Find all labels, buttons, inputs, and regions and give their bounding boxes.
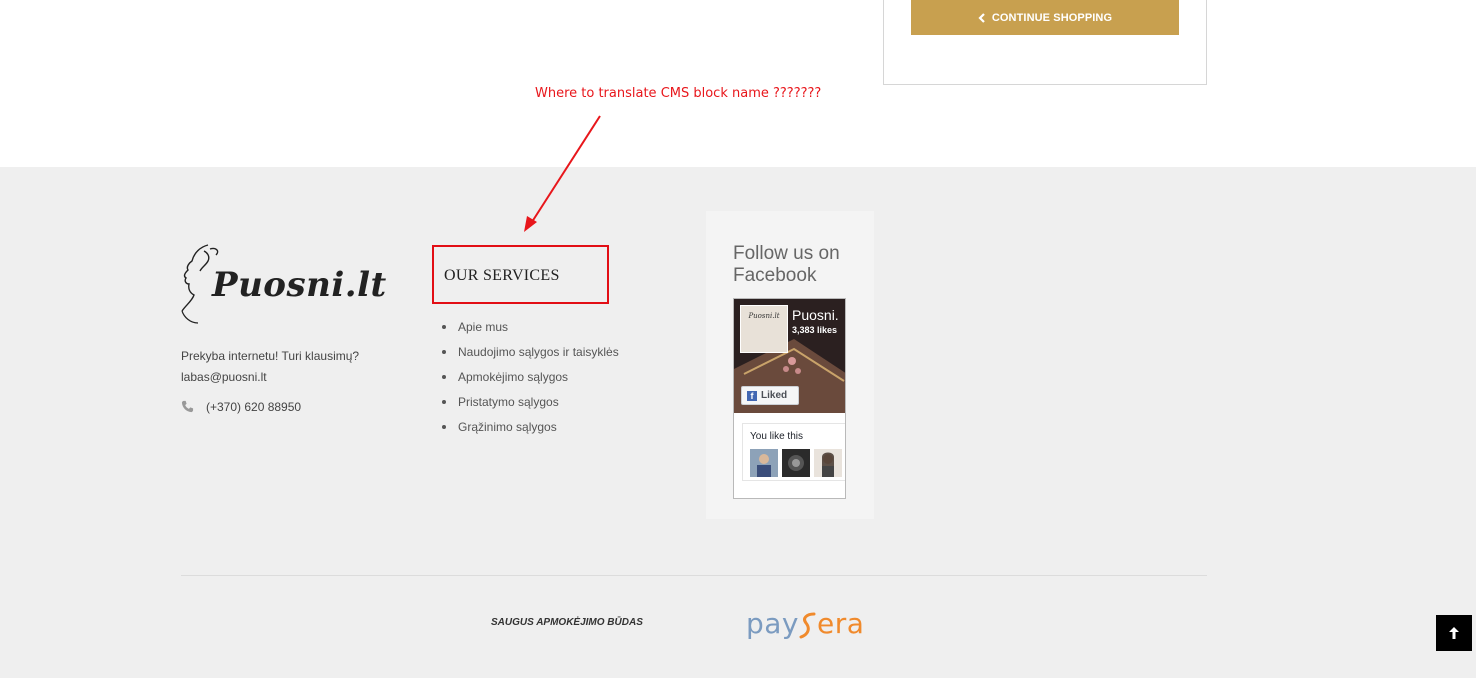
friend-avatar-icon[interactable] bbox=[782, 449, 810, 477]
paysera-logo: pay era bbox=[746, 607, 864, 640]
secure-payment-label: SAUGUS APMOKĖJIMO BŪDAS bbox=[491, 617, 643, 628]
paysera-logo-right: era bbox=[817, 607, 865, 640]
services-link-grazinimo-salygos[interactable]: Grąžinimo sąlygos bbox=[440, 418, 619, 443]
facebook-liked-label: Liked bbox=[761, 390, 788, 401]
facebook-page-widget[interactable]: Puosni.lt Puosni. 3,383 likes f Liked Yo… bbox=[733, 298, 846, 499]
friend-avatar-icon[interactable] bbox=[750, 449, 778, 477]
back-to-top-button[interactable] bbox=[1436, 615, 1472, 651]
facebook-page-thumbnail[interactable]: Puosni.lt bbox=[740, 305, 788, 353]
services-link-pristatymo-salygos[interactable]: Pristatymo sąlygos bbox=[440, 393, 619, 418]
services-title: OUR SERVICES bbox=[444, 267, 560, 284]
services-link-naudojimo-salygos[interactable]: Naudojimo sąlygos ir taisyklės bbox=[440, 343, 619, 368]
facebook-you-like-text: You like this bbox=[750, 431, 803, 442]
footer-divider bbox=[181, 575, 1207, 576]
paysera-s-swoosh-icon bbox=[799, 612, 816, 639]
facebook-icon: f bbox=[747, 390, 757, 401]
services-link-apie-mus[interactable]: Apie mus bbox=[440, 318, 619, 343]
annotation-text: Where to translate CMS block name ??????… bbox=[535, 86, 822, 101]
phone-icon bbox=[181, 400, 194, 413]
logo-text: Puosni.lt bbox=[212, 265, 387, 305]
services-list: Apie mus Naudojimo sąlygos ir taisyklės … bbox=[440, 318, 619, 443]
facebook-title: Follow us on Facebook bbox=[733, 243, 840, 286]
facebook-thumb-text: Puosni.lt bbox=[748, 312, 780, 320]
services-link-apmokejimo-salygos[interactable]: Apmokėjimo sąlygos bbox=[440, 368, 619, 393]
facebook-friends-box: You like this bbox=[742, 423, 845, 481]
footer: Puosni.lt Prekyba internetu! Turi klausi… bbox=[0, 167, 1476, 678]
footer-email[interactable]: labas@puosni.lt bbox=[181, 370, 267, 384]
facebook-liked-button[interactable]: f Liked bbox=[741, 386, 799, 405]
facebook-likes-count: 3,383 likes bbox=[792, 325, 838, 335]
facebook-cover-photo[interactable]: Puosni.lt Puosni. 3,383 likes f Liked bbox=[734, 299, 845, 413]
friend-avatar-icon[interactable] bbox=[814, 449, 842, 477]
paysera-logo-left: pay bbox=[746, 607, 800, 640]
continue-shopping-label: CONTINUE SHOPPING bbox=[991, 11, 1113, 24]
continue-shopping-button[interactable]: CONTINUE SHOPPING bbox=[911, 0, 1179, 35]
arrow-up-icon bbox=[1449, 627, 1459, 639]
footer-tagline: Prekyba internetu! Turi klausimų? bbox=[181, 349, 360, 363]
facebook-page-name[interactable]: Puosni. bbox=[792, 307, 839, 323]
footer-phone: (+370) 620 88950 bbox=[206, 400, 302, 414]
chevron-left-icon bbox=[978, 12, 985, 23]
cart-section: CONTINUE SHOPPING Where to translate CMS… bbox=[0, 0, 1476, 167]
